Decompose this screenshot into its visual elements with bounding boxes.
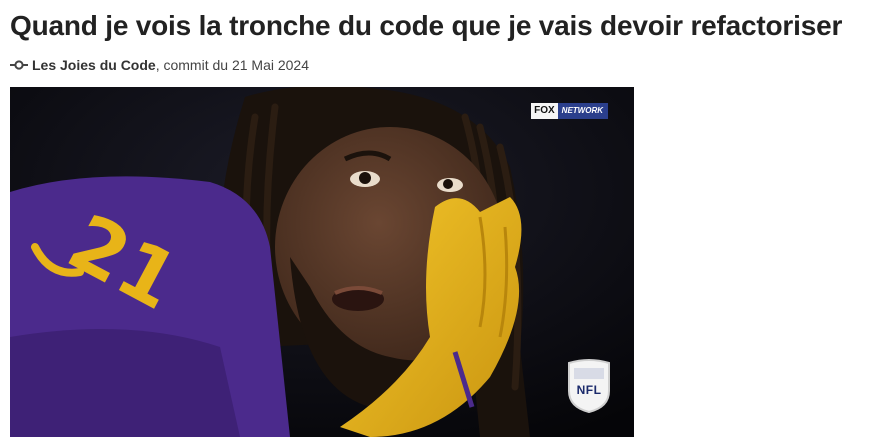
league-shield-icon: NFL (566, 357, 612, 413)
meme-image: 21 (10, 87, 634, 437)
post-gif[interactable]: 21 FOX NETWORK NFL (10, 87, 634, 437)
commit-icon (10, 59, 28, 71)
post-meta: Les Joies du Code , commit du 21 Mai 202… (10, 55, 309, 75)
author-link[interactable]: Les Joies du Code (32, 57, 156, 73)
broadcast-logo-right: NETWORK (557, 103, 608, 119)
post-title: Quand je vois la tronche du code que je … (10, 10, 843, 41)
league-logo-text: NFL (576, 383, 602, 397)
broadcast-logo: FOX NETWORK (531, 103, 608, 119)
commit-date: , commit du 21 Mai 2024 (155, 57, 309, 73)
broadcast-logo-left: FOX (531, 103, 558, 119)
